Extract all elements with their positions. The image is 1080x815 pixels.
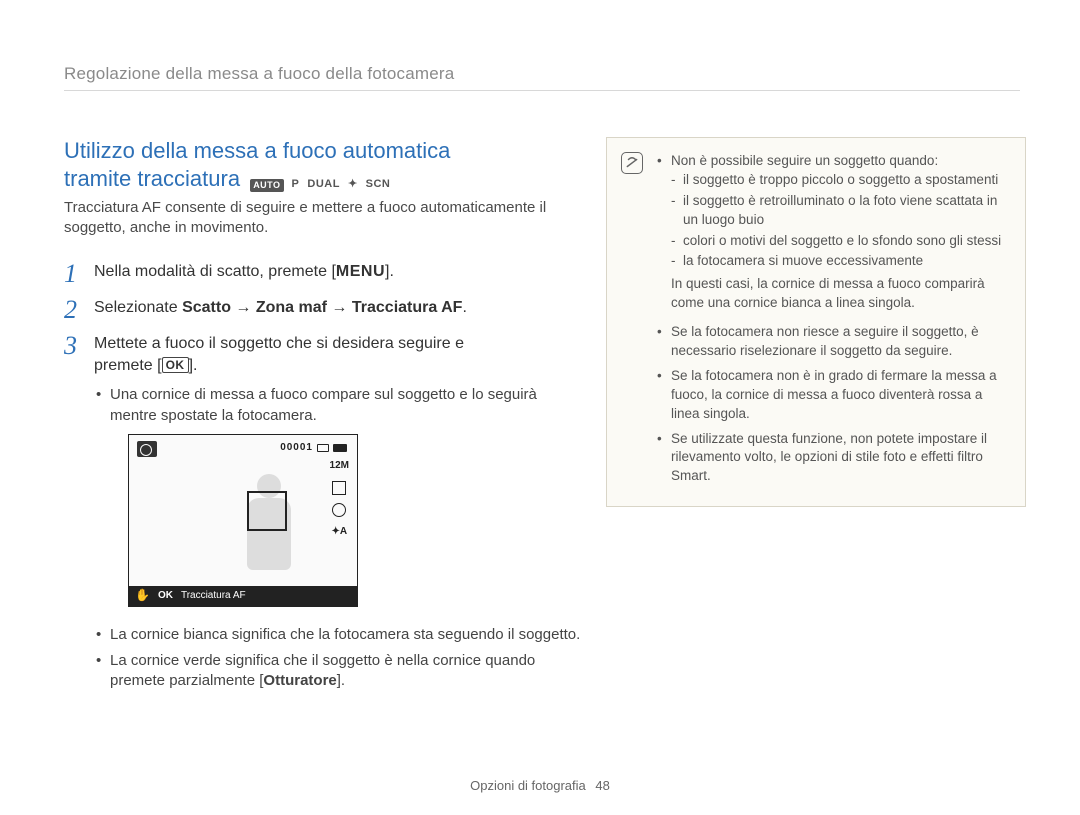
note-item-3: Se la fotocamera non è in grado di ferma…	[657, 367, 1009, 424]
lcd-status-bar: ✋ OK Tracciatura AF	[129, 586, 357, 606]
battery-icon	[333, 444, 347, 452]
note-item-1: Non è possibile seguire un soggetto quan…	[657, 152, 1009, 313]
step-3: Mettete a fuoco il soggetto che si desid…	[94, 333, 584, 698]
note-item-1d: la fotocamera si muove eccessivamente	[671, 252, 1009, 271]
title-line-1: Utilizzo della messa a fuoco automatica	[64, 138, 450, 163]
quality-icon	[317, 444, 329, 452]
metering-icon	[332, 503, 346, 517]
title-line-2: tramite tracciatura	[64, 166, 240, 191]
mode-icon-scn: SCN	[366, 178, 391, 192]
camera-lcd-screenshot: 00001 12M ✦A	[128, 434, 358, 607]
mode-dial-icon	[137, 441, 157, 457]
af-mode-label: Tracciatura AF	[181, 589, 246, 603]
af-frame	[247, 491, 287, 531]
breadcrumb: Regolazione della messa a fuoco della fo…	[64, 64, 1020, 91]
step-1: Nella modalità di scatto, premete [MENU]…	[94, 261, 394, 287]
intro-text: Tracciatura AF consente di seguire e met…	[64, 198, 584, 239]
page-number: 48	[595, 778, 609, 793]
note-box: Non è possibile seguire un soggetto quan…	[606, 137, 1026, 507]
section-title: Utilizzo della messa a fuoco automatica …	[64, 137, 584, 192]
shot-counter: 00001	[280, 441, 313, 455]
mode-icon-p: P	[292, 178, 300, 192]
note-item-1b: il soggetto è retroilluminato o la foto …	[671, 192, 1009, 230]
note-item-1a: il soggetto è troppo piccolo o soggetto …	[671, 171, 1009, 190]
note-icon	[621, 152, 643, 174]
shot-counter-row: 00001	[280, 441, 347, 455]
step-number-1: 1	[64, 261, 84, 287]
step-number-3: 3	[64, 333, 84, 698]
mode-icon-dual: DUAL	[307, 178, 340, 192]
step-number-2: 2	[64, 297, 84, 323]
note-item-1-continuation: In questi casi, la cornice di messa a fu…	[671, 275, 1009, 313]
anti-shake-icon: ✋	[135, 587, 150, 604]
footer-section: Opzioni di fotografia	[470, 778, 586, 793]
image-size-icon	[332, 481, 346, 495]
menu-button-label: MENU	[336, 263, 385, 280]
step-2: Selezionate Scatto → Zona maf → Tracciat…	[94, 297, 467, 323]
ok-indicator: OK	[158, 589, 173, 603]
page-footer: Opzioni di fotografia 48	[0, 778, 1080, 793]
note-item-4: Se utilizzate questa funzione, non potet…	[657, 430, 1009, 487]
step-3-sub-1: Una cornice di messa a fuoco compare sul…	[94, 385, 584, 426]
ok-button-label: OK	[162, 357, 189, 373]
mode-icon-row: AUTO P DUAL ✦ SCN	[250, 178, 390, 192]
post-bullet-1: La cornice bianca significa che la fotoc…	[94, 625, 584, 645]
mode-icon-flash: ✦	[348, 178, 358, 192]
mode-icon-auto: AUTO	[250, 179, 283, 192]
note-item-2: Se la fotocamera non riesce a seguire il…	[657, 323, 1009, 361]
post-bullet-2: La cornice verde significa che il sogget…	[94, 651, 584, 692]
note-item-1c: colori o motivi del soggetto e lo sfondo…	[671, 232, 1009, 251]
flash-auto-label: ✦A	[331, 525, 347, 539]
resolution-label: 12M	[330, 459, 349, 473]
